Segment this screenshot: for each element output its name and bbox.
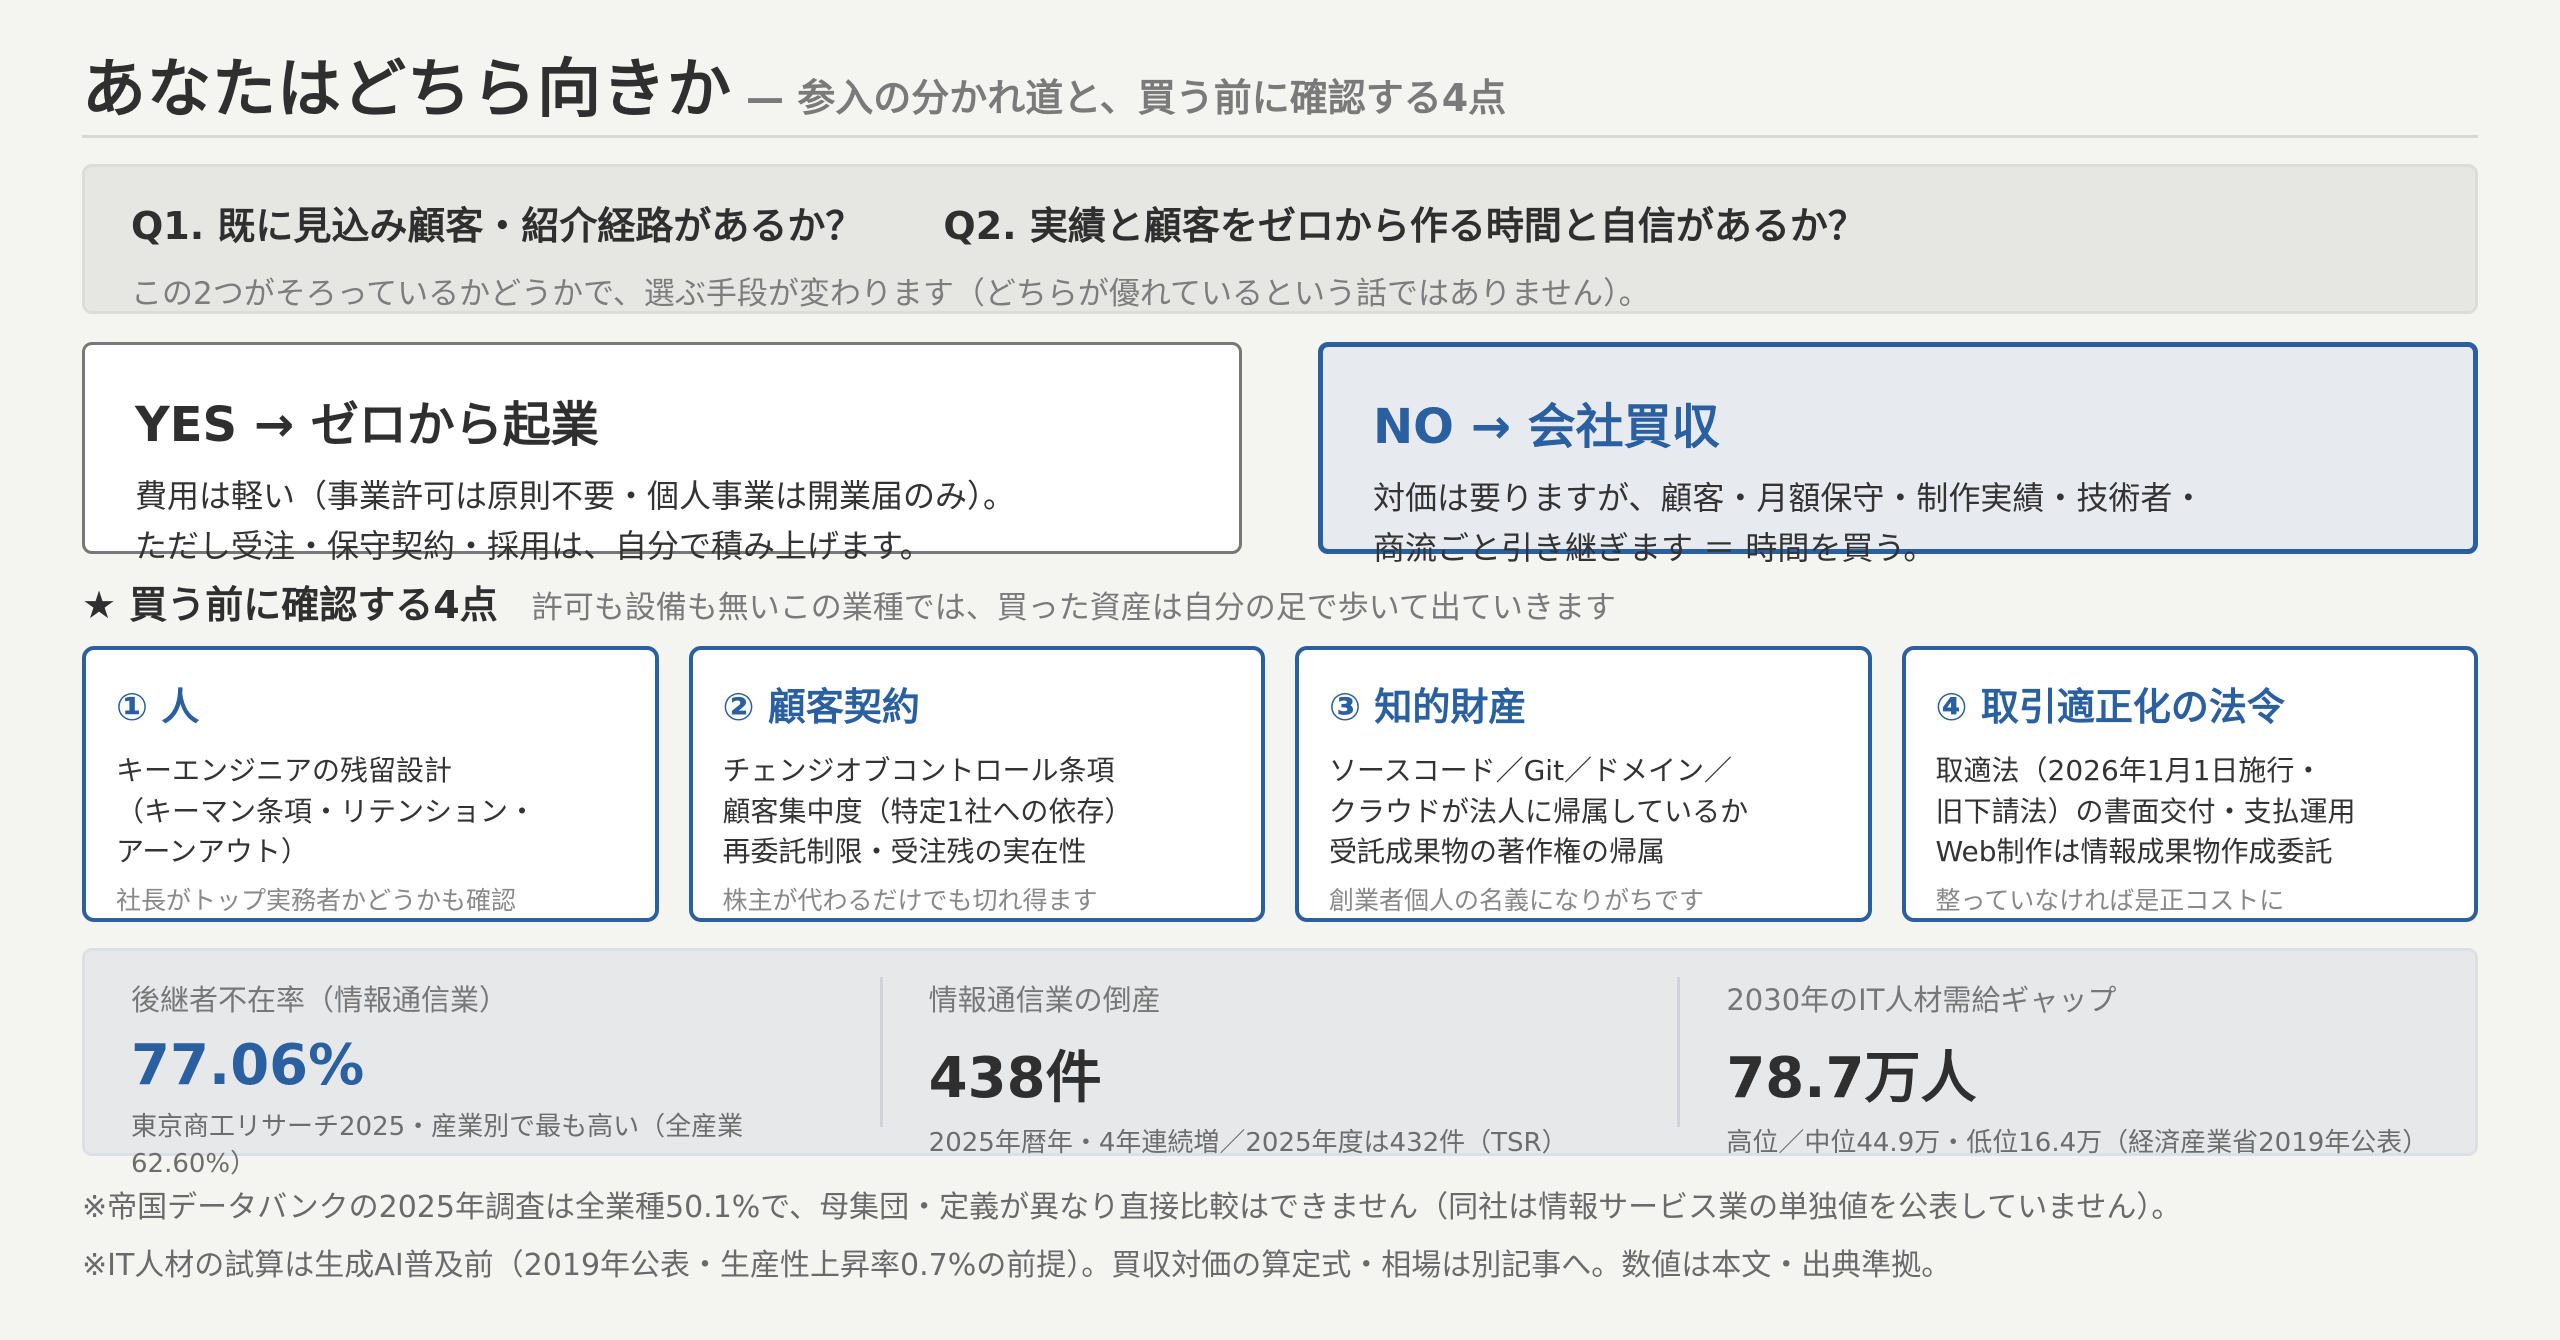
footnote-2: ※IT人材の試算は生成AI普及前（2019年公表・生産性上昇率0.7%の前提）。… — [82, 1248, 1952, 1283]
stat-it-talent-gap: 2030年のIT人材需給ギャップ 78.7万人 高位／中位44.9万・低位16.… — [1680, 977, 2475, 1158]
card-line: 顧客集中度（特定1社への依存） — [722, 794, 1133, 828]
checklist-title: ★ 買う前に確認する4点 — [82, 583, 498, 627]
card-line: 旧下請法）の書面交付・支払運用 — [1935, 794, 2356, 828]
check-card-people: ① 人 キーエンジニアの残留設計 （キーマン条項・リテンション・ アーンアウト）… — [82, 646, 659, 922]
card-line: Web制作は情報成果物作成委託 — [1935, 835, 2333, 869]
checklist-note: 許可も設備も無いこの業種では、買った資産は自分の足で歩いて出ていきます — [531, 590, 1616, 626]
check-card-intellectual-property: ③ 知的財産 ソースコード／Git／ドメイン／ クラウドが法人に帰属しているか … — [1295, 646, 1872, 922]
card-line: クラウドが法人に帰属しているか — [1329, 794, 1749, 828]
stat-label: 情報通信業の倒産 — [928, 983, 1161, 1017]
card-footnote: 創業者個人の名義になりがちです — [1329, 885, 1705, 915]
question-1: Q1. 既に見込み顧客・紹介経路があるか？ — [131, 204, 864, 248]
stat-note: 高位／中位44.9万・低位16.4万（経済産業省2019年公表） — [1726, 1128, 2429, 1158]
stat-note: 東京商工リサーチ2025・産業別で最も高い（全産業62.60%） — [131, 1112, 744, 1179]
card-line: 再委託制限・受注残の実在性 — [722, 835, 1087, 869]
card-line: （キーマン条項・リテンション・ — [116, 794, 537, 828]
stat-value: 438件 — [928, 1046, 1102, 1111]
stat-note: 2025年暦年・4年連続増／2025年度は432件（TSR） — [928, 1128, 1568, 1158]
footnote-1: ※帝国データバンクの2025年調査は全業種50.1%で、母集団・定義が異なり直接… — [82, 1190, 2182, 1225]
card-line: ソースコード／Git／ドメイン／ — [1329, 754, 1733, 787]
card-line: チェンジオブコントロール条項 — [722, 754, 1115, 787]
card-line: キーエンジニアの残留設計 — [116, 754, 453, 787]
infographic-page: あなたはどちら向きか — 参入の分かれ道と、買う前に確認する4点 Q1. 既に見… — [0, 0, 2560, 1340]
checklist-section-header: ★ 買う前に確認する4点 許可も設備も無いこの業種では、買った資産は自分の足で歩… — [82, 574, 2478, 634]
choice-no-card: NO → 会社買収 対価は要りますが、顧客・月額保守・制作実績・技術者・ 商流ご… — [1318, 342, 2478, 567]
choice-no-line: 商流ごと引き継ぎます ＝ 時間を買う。 — [1373, 529, 1936, 568]
stats-panel: 後継者不在率（情報通信業） 77.06% 東京商工リサーチ2025・産業別で最も… — [82, 948, 2478, 1179]
choice-yes-title: YES → ゼロから起業 — [135, 397, 599, 453]
question-note: この2つがそろっているかどうかで、選ぶ手段が変わります（どちらが優れているという… — [131, 276, 1650, 312]
choice-yes-line: 費用は軽い（事業許可は原則不要・個人事業は開業届のみ）。 — [135, 477, 1016, 515]
card-title: ④ 取引適正化の法令 — [1935, 685, 2285, 729]
card-title: ② 顧客契約 — [722, 685, 920, 729]
check-card-fair-trade-law: ④ 取引適正化の法令 取適法（2026年1月1日施行・ 旧下請法）の書面交付・支… — [1901, 646, 2478, 922]
card-footnote: 社長がトップ実務者かどうかも確認 — [116, 885, 517, 915]
question-row: Q1. 既に見込み顧客・紹介経路があるか？ Q2. 実績と顧客をゼロから作る時間… — [131, 195, 2429, 250]
page-subtitle: — 参入の分かれ道と、買う前に確認する4点 — [746, 76, 1507, 120]
page-header: あなたはどちら向きか — 参入の分かれ道と、買う前に確認する4点 — [82, 38, 2478, 138]
card-line: 取適法（2026年1月1日施行・ — [1935, 754, 2323, 787]
check-card-customer-contracts: ② 顧客契約 チェンジオブコントロール条項 顧客集中度（特定1社への依存） 再委… — [688, 646, 1265, 922]
card-title: ① 人 — [116, 685, 200, 729]
card-footnote: 株主が代わるだけでも切れ得ます — [722, 885, 1098, 915]
question-2: Q2. 実績と顧客をゼロから作る時間と自信があるか？ — [943, 204, 1866, 248]
stat-label: 2030年のIT人材需給ギャップ — [1726, 983, 2117, 1017]
choice-yes-card: YES → ゼロから起業 費用は軽い（事業許可は原則不要・個人事業は開業届のみ）… — [82, 342, 1242, 565]
stat-value: 78.7万人 — [1726, 1046, 1977, 1111]
card-line: 受託成果物の著作権の帰属 — [1329, 835, 1666, 869]
choice-no-line: 対価は要りますが、顧客・月額保守・制作実績・技術者・ — [1373, 479, 2205, 517]
stat-successor-absence: 後継者不在率（情報通信業） 77.06% 東京商工リサーチ2025・産業別で最も… — [85, 977, 883, 1179]
card-title: ③ 知的財産 — [1329, 685, 1527, 729]
stat-value: 77.06% — [131, 1033, 365, 1098]
choice-no-title: NO → 会社買収 — [1373, 399, 1720, 455]
choice-yes-line: ただし受注・保守契約・採用は、自分で積み上げます。 — [135, 527, 932, 566]
stat-bankruptcies: 情報通信業の倒産 438件 2025年暦年・4年連続増／2025年度は432件（… — [883, 977, 1681, 1158]
page-title: あなたはどちら向きか — [82, 53, 732, 127]
question-box: Q1. 既に見込み顧客・紹介経路があるか？ Q2. 実績と顧客をゼロから作る時間… — [82, 164, 2478, 314]
card-line: アーンアウト） — [116, 835, 309, 869]
checklist-cards: ① 人 キーエンジニアの残留設計 （キーマン条項・リテンション・ アーンアウト）… — [82, 646, 2478, 922]
card-footnote: 整っていなければ是正コストに — [1935, 885, 2285, 915]
stat-label: 後継者不在率（情報通信業） — [131, 983, 509, 1017]
